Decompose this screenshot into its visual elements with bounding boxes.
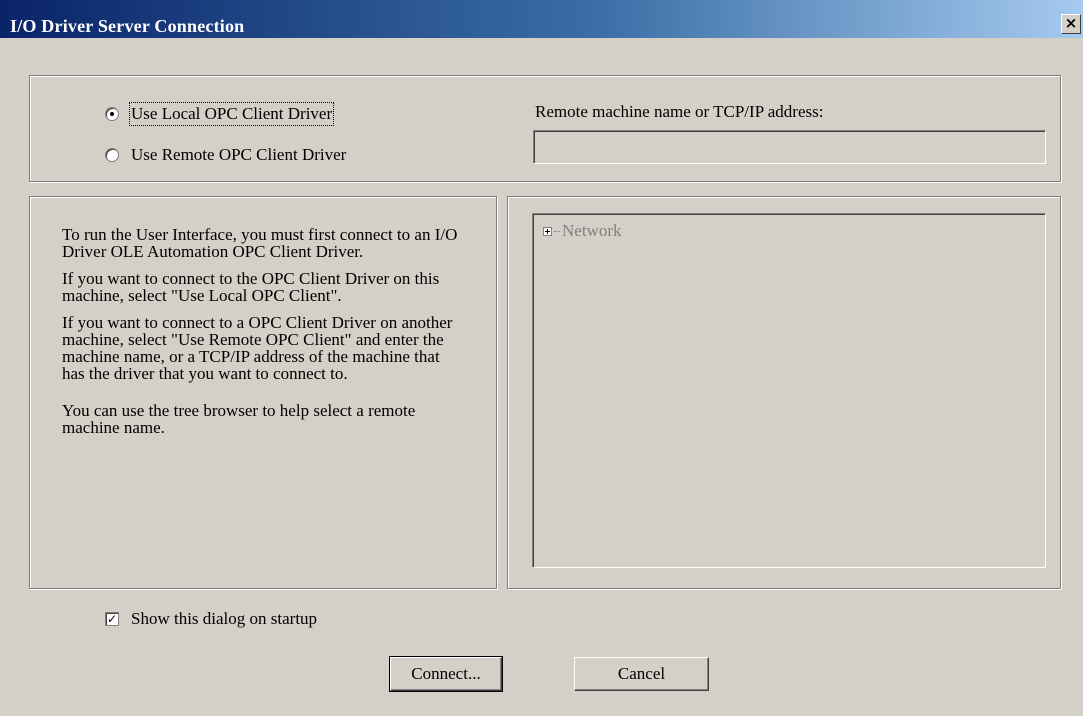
tree-connector-icon [554,230,560,232]
local-driver-radio-button[interactable] [105,107,119,121]
connect-button-label: Connect... [411,664,481,683]
cancel-button-label: Cancel [617,664,666,683]
help-paragraph-1: To run the User Interface, you must firs… [62,225,458,261]
remote-driver-radio[interactable]: Use Remote OPC Client Driver [105,145,346,165]
cancel-button[interactable]: Cancel [574,657,709,691]
help-paragraph-2: If you want to connect to the OPC Client… [62,269,440,305]
help-text: To run the User Interface, you must firs… [62,226,462,446]
remote-driver-radio-button[interactable] [105,148,119,162]
remote-address-input[interactable] [533,130,1046,164]
help-paragraph-3: If you want to connect to a OPC Client D… [62,313,453,383]
dialog-title: I/O Driver Server Connection [10,16,245,36]
help-paragraph-4: You can use the tree browser to help sel… [62,401,416,437]
show-on-startup-checkbox[interactable]: ✓ Show this dialog on startup [105,609,317,629]
close-icon: × [1064,14,1078,32]
local-driver-label: Use Local OPC Client Driver [128,102,335,126]
title-bar[interactable]: I/O Driver Server Connection × [0,0,1083,38]
network-tree-view[interactable] [532,213,1046,568]
remote-driver-label: Use Remote OPC Client Driver [131,145,347,164]
expand-icon[interactable] [543,226,552,236]
show-on-startup-check[interactable]: ✓ [105,612,119,626]
connection-type-group [29,75,1061,182]
dialog-window: I/O Driver Server Connection × Use Local… [0,0,1083,716]
tree-node-network[interactable]: Network [543,221,621,241]
tree-node-network-label: Network [562,221,622,240]
remote-address-label: Remote machine name or TCP/IP address: [535,102,824,121]
show-on-startup-label: Show this dialog on startup [131,609,318,628]
close-button[interactable]: × [1061,14,1081,34]
local-driver-radio[interactable]: Use Local OPC Client Driver [105,102,335,126]
connect-button[interactable]: Connect... [389,656,503,692]
